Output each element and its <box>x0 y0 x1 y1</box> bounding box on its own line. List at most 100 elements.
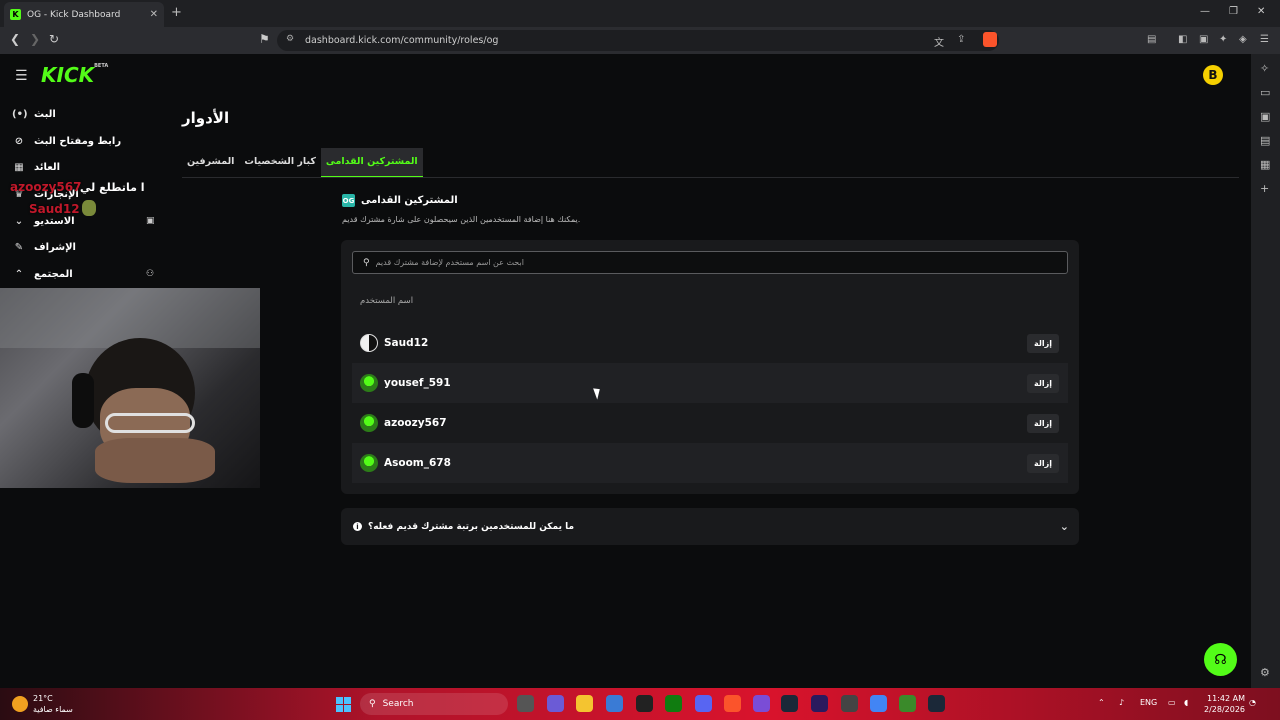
start-button[interactable] <box>336 697 351 712</box>
media-icon[interactable]: ▭ <box>1260 86 1270 99</box>
user-avatar[interactable]: B <box>1203 65 1223 85</box>
clock[interactable]: 11:42 AM 2/28/2026 <box>1204 693 1245 715</box>
hamburger-menu-icon[interactable]: ☰ <box>15 68 28 84</box>
task-view-icon[interactable] <box>517 695 534 712</box>
tab-title: OG - Kick Dashboard <box>27 9 121 20</box>
page-title: الأدوار <box>182 109 230 127</box>
leo-sidebar-icon[interactable]: ✧ <box>1260 62 1269 75</box>
back-icon[interactable]: ❮ <box>10 32 20 46</box>
store-icon[interactable] <box>606 695 623 712</box>
search-icon: ⚲ <box>369 699 376 709</box>
column-header-username: اسم المستخدم <box>360 296 414 306</box>
settings-icon[interactable]: ⚙ <box>1260 666 1270 679</box>
vpn-icon[interactable]: ◈ <box>1239 34 1247 45</box>
kick-logo[interactable]: KICKBETA <box>41 63 108 87</box>
steam-icon[interactable] <box>928 695 945 712</box>
notification-icon[interactable]: ◔ <box>1249 698 1256 707</box>
chevron-down-icon: ⌄ <box>14 216 24 227</box>
sidebar-toggle-icon[interactable]: ◧ <box>1178 34 1187 45</box>
volume-icon[interactable]: ◖ <box>1184 698 1188 707</box>
brave-shields-icon[interactable] <box>983 32 997 47</box>
sidebar-item-stream[interactable]: (•) البث <box>12 109 56 120</box>
section-title: OG المشتركين القدامى <box>342 194 458 207</box>
og-badge-icon: OG <box>342 194 355 207</box>
tab-moderators[interactable]: المشرفين <box>182 148 239 178</box>
live-icon: (•) <box>12 109 28 120</box>
leo-icon[interactable]: ✦ <box>1219 34 1227 45</box>
tab-divider <box>182 177 1239 178</box>
chrome-icon[interactable] <box>870 695 887 712</box>
tab-vips[interactable]: كبار الشخصيات <box>239 148 320 178</box>
language-indicator[interactable]: ENG <box>1140 698 1157 707</box>
taskbar-search[interactable]: ⚲ Search <box>360 693 508 715</box>
faq-question: ما يمكن للمستخدمين برتبة مشترك قديم فعله… <box>368 521 575 532</box>
minecraft-icon[interactable] <box>899 695 916 712</box>
og-users-panel: ⚲ ابحث عن اسم مستخدم لإضافة مشترك قديم ا… <box>341 240 1079 494</box>
link-icon: ⊘ <box>14 136 24 147</box>
add-icon[interactable]: + <box>1260 182 1269 195</box>
faq-accordion[interactable]: i ما يمكن للمستخدمين برتبة مشترك قديم فع… <box>341 508 1079 545</box>
app-icon[interactable] <box>753 695 770 712</box>
sidebar-item-moderation[interactable]: ✎ الإشراف <box>12 242 76 253</box>
wallet-icon[interactable]: ▣ <box>1199 34 1208 45</box>
remove-button[interactable]: إزالة <box>1027 333 1059 353</box>
kick-favicon-icon: K <box>10 9 21 20</box>
taskbar: 21°C سماء صافية ⚲ Search ⌃ ♪ ENG ▭ ◖ 11:42… <box>0 688 1280 720</box>
maximize-icon[interactable]: ❐ <box>1229 6 1238 17</box>
remove-button[interactable]: إزالة <box>1027 413 1059 433</box>
avatar <box>360 374 378 392</box>
site-info-icon[interactable]: ⚙ <box>286 34 294 44</box>
file-explorer-icon[interactable] <box>576 695 593 712</box>
role-tabs: المشرفين كبار الشخصيات المشتركين القدامى <box>182 148 423 178</box>
reading-list-icon[interactable]: ▦ <box>1260 158 1270 171</box>
discord-icon[interactable] <box>695 695 712 712</box>
overlay-emote <box>82 200 96 216</box>
sidebar-item-revenue[interactable]: ▦ العائد <box>12 162 60 173</box>
translate-icon[interactable]: 文 <box>934 34 944 49</box>
network-icon[interactable]: ▭ <box>1168 698 1176 707</box>
overlay-username: Saud12 <box>29 202 80 216</box>
sidebar-item-studio[interactable]: ⌄ الاستديو <box>12 216 75 227</box>
browser-tab[interactable]: K OG - Kick Dashboard ✕ <box>4 2 164 27</box>
brave-icon[interactable] <box>724 695 741 712</box>
revenue-icon: ▦ <box>14 162 24 173</box>
bookmarks-icon[interactable]: ▤ <box>1260 134 1270 147</box>
menu-icon[interactable]: ☰ <box>1260 34 1269 45</box>
tray-overflow-icon[interactable]: ⌃ <box>1098 698 1105 707</box>
xbox-icon[interactable] <box>665 695 682 712</box>
share-icon[interactable]: ⇪ <box>957 34 965 45</box>
webcam-feed <box>0 288 260 488</box>
weather-icon <box>12 696 28 712</box>
username: Asoom_678 <box>384 457 451 469</box>
sidebar-item-community[interactable]: ⌃ المجتمع <box>12 269 73 280</box>
username: yousef_591 <box>384 377 451 389</box>
community-users-icon: ⚇ <box>146 269 155 279</box>
reader-icon[interactable]: ▤ <box>1147 34 1156 45</box>
avatar <box>360 454 378 472</box>
reload-icon[interactable]: ↻ <box>49 32 59 46</box>
teams-icon[interactable] <box>547 695 564 712</box>
wallet-sidebar-icon[interactable]: ▣ <box>1260 110 1270 123</box>
window-close-icon[interactable]: ✕ <box>1257 6 1265 17</box>
minimize-icon[interactable]: — <box>1200 6 1210 17</box>
mic-icon[interactable]: ♪ <box>1119 698 1124 707</box>
new-tab-button[interactable]: + <box>171 5 182 20</box>
address-bar[interactable]: ⚙ dashboard.kick.com/community/roles/og <box>277 30 999 51</box>
forward-icon[interactable]: ❯ <box>30 32 40 46</box>
user-search-input[interactable]: ⚲ ابحث عن اسم مستخدم لإضافة مشترك قديم <box>352 251 1068 274</box>
close-tab-icon[interactable]: ✕ <box>150 9 158 20</box>
support-chat-button[interactable]: ☊ <box>1204 643 1237 676</box>
remove-button[interactable]: إزالة <box>1027 453 1059 473</box>
epic-games-icon[interactable] <box>636 695 653 712</box>
tab-og[interactable]: المشتركين القدامى <box>320 148 423 178</box>
studio-icon: ▣ <box>146 216 155 226</box>
premiere-icon[interactable] <box>811 695 828 712</box>
sidebar-item-stream-key[interactable]: ⊘ رابط ومفتاح البث <box>12 136 121 147</box>
weather-widget[interactable]: 21°C سماء صافية <box>12 693 73 715</box>
steam-icon[interactable] <box>781 695 798 712</box>
avatar <box>360 334 378 352</box>
username: azoozy567 <box>384 417 447 429</box>
remove-button[interactable]: إزالة <box>1027 373 1059 393</box>
obs-icon[interactable] <box>841 695 858 712</box>
bookmark-icon[interactable]: ⚑ <box>259 32 270 46</box>
